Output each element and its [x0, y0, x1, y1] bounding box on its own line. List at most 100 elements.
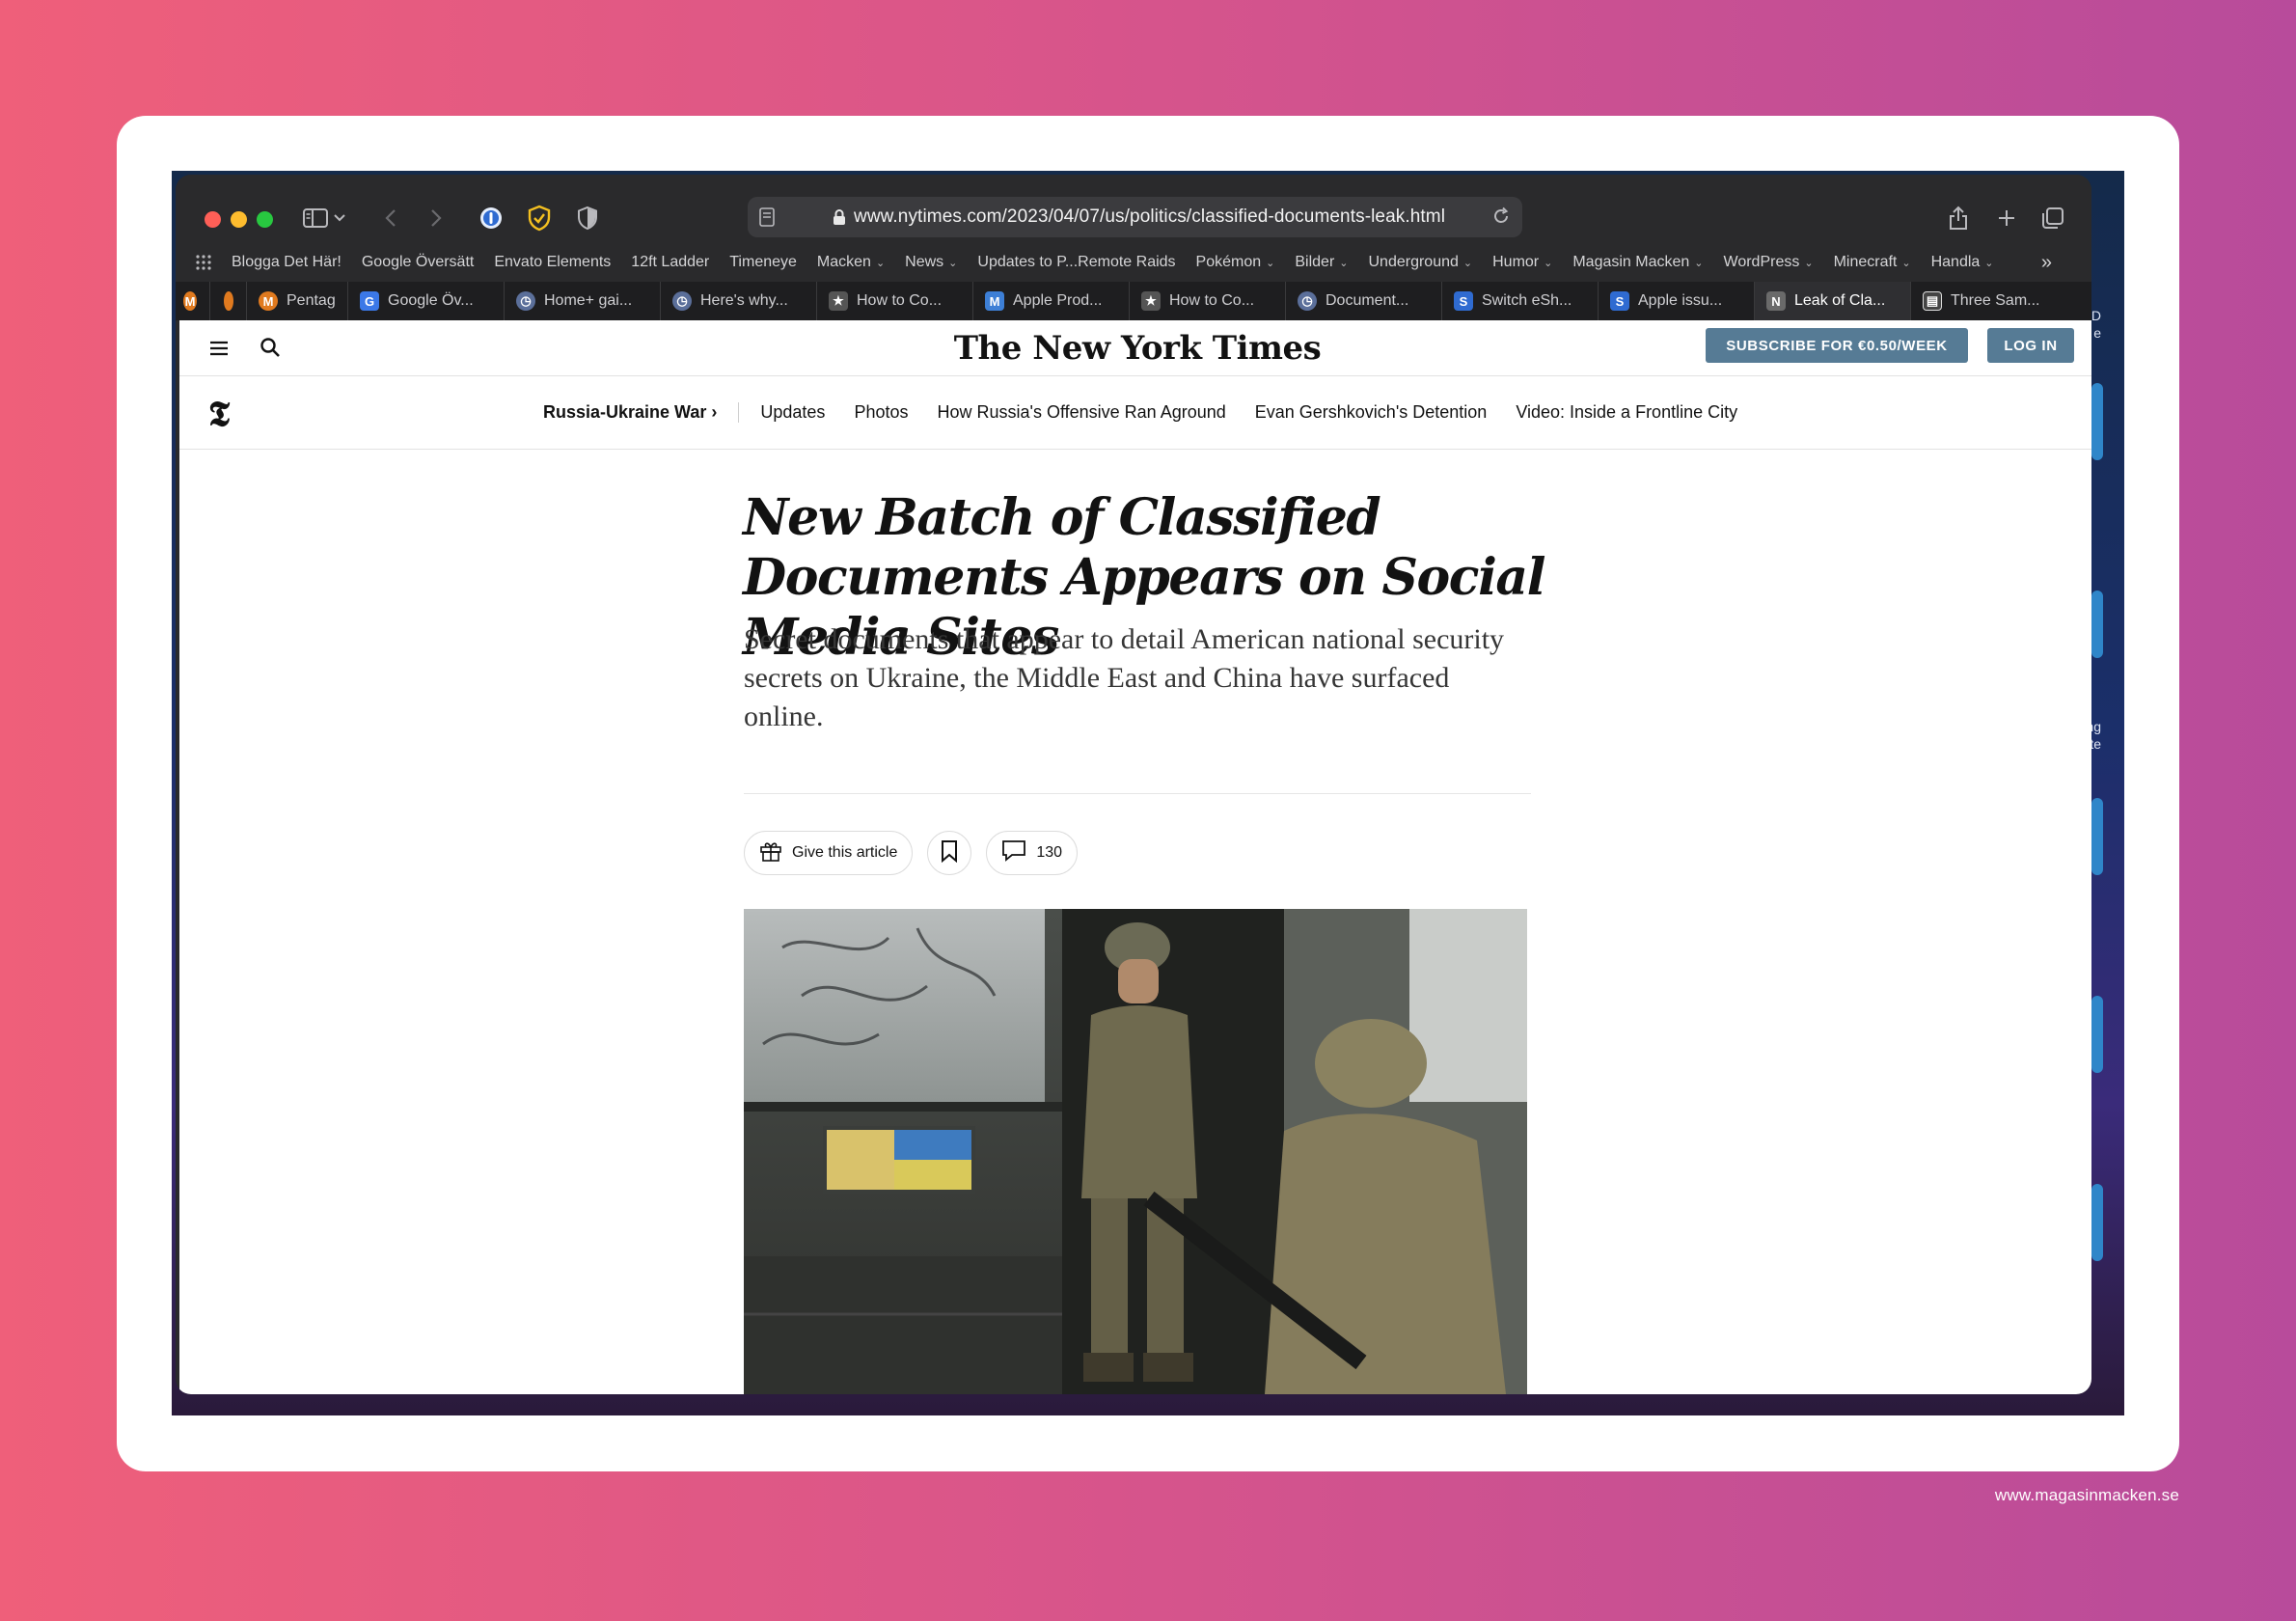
presentation-card: D e ng te www.nytimes.com/2023/04/07/us/… [117, 116, 2179, 1471]
nav-link[interactable]: How Russia's Offensive Ran Aground [937, 402, 1225, 423]
browser-tab[interactable]: M [176, 282, 210, 320]
reader-icon[interactable] [759, 207, 775, 232]
favorite-folder[interactable]: Handla ⌄ [1931, 254, 1994, 271]
tab-favicon: ★ [829, 291, 848, 311]
favorite-link[interactable]: Updates to P...Remote Raids [977, 254, 1175, 271]
shield-check-icon[interactable] [523, 202, 556, 234]
comments-count: 130 [1036, 844, 1063, 861]
favorite-label: Blogga Det Här! [232, 254, 342, 270]
tabs-overview-icon[interactable] [2036, 202, 2069, 234]
login-button[interactable]: LOG IN [1987, 328, 2074, 363]
favorite-folder[interactable]: News ⌄ [905, 254, 957, 271]
nav-link[interactable]: Photos [854, 402, 908, 423]
section-link[interactable]: Russia-Ukraine War › [543, 402, 740, 423]
tab-title: Pentag [287, 292, 336, 309]
section-nav-links: Russia-Ukraine War › Updates Photos How … [543, 402, 1766, 423]
address-bar[interactable]: www.nytimes.com/2023/04/07/us/politics/c… [748, 197, 1522, 237]
chevron-down-icon: ⌄ [1266, 257, 1275, 269]
comment-icon [1001, 839, 1026, 867]
favorite-folder[interactable]: Magasin Macken ⌄ [1572, 254, 1703, 271]
favorite-folder[interactable]: Pokémon ⌄ [1196, 254, 1275, 271]
browser-tab[interactable]: ★ How to Co... [817, 282, 973, 320]
desktop-widget [2091, 1184, 2103, 1261]
desktop-widget [2091, 996, 2103, 1073]
soldiers-photo-illustration [744, 909, 1527, 1394]
comments-button[interactable]: 130 [986, 831, 1079, 875]
tab-favicon [224, 291, 233, 311]
plus-icon[interactable] [1990, 202, 2023, 234]
browser-tab[interactable] [210, 282, 247, 320]
tab-favicon: S [1454, 291, 1473, 311]
gift-icon [759, 839, 782, 867]
article-photo[interactable] [744, 909, 1527, 1394]
desktop-widget [2091, 798, 2103, 875]
grid-icon[interactable] [195, 254, 212, 271]
favorite-label: Humor [1492, 254, 1540, 270]
site-masthead: The New York Times SUBSCRIBE FOR €0.50/W… [179, 320, 2091, 376]
tab-favicon: G [360, 291, 379, 311]
favorite-folder[interactable]: Bilder ⌄ [1295, 254, 1348, 271]
forward-icon[interactable] [420, 202, 452, 234]
minimize-window-button[interactable] [231, 211, 247, 228]
favorite-link[interactable]: Google Översätt [362, 254, 475, 271]
browser-tab[interactable]: ◷ Document... [1286, 282, 1442, 320]
favorite-folder[interactable]: Minecraft ⌄ [1834, 254, 1911, 271]
favorite-link[interactable]: Timeneye [729, 254, 797, 271]
favorite-folder[interactable]: Underground ⌄ [1368, 254, 1472, 271]
gift-article-button[interactable]: Give this article [744, 831, 914, 875]
browser-tab-active[interactable]: N Leak of Cla... [1755, 282, 1911, 320]
browser-tab[interactable]: M Apple Prod... [973, 282, 1130, 320]
section-nav: 𝕿 Russia-Ukraine War › Updates Photos Ho… [179, 376, 2091, 450]
favorite-label: Macken [816, 254, 871, 270]
nyt-t-logo[interactable]: 𝕿 [208, 394, 230, 435]
save-article-button[interactable] [927, 831, 972, 875]
chevron-down-icon[interactable] [330, 202, 349, 234]
source-credit: www.magasinmacken.se [1994, 1486, 2179, 1504]
favorite-label: Handla [1930, 254, 1981, 270]
url-text[interactable]: www.nytimes.com/2023/04/07/us/politics/c… [854, 206, 1445, 228]
favorite-label: Updates to P...Remote Raids [977, 254, 1176, 270]
reload-icon[interactable] [1491, 206, 1511, 231]
nav-link[interactable]: Updates [760, 402, 825, 423]
nav-link[interactable]: Video: Inside a Frontline City [1516, 402, 1737, 423]
back-icon[interactable] [374, 202, 407, 234]
chevron-down-icon: ⌄ [1901, 257, 1911, 269]
favorite-label: Bilder [1295, 254, 1335, 270]
favorite-link[interactable]: 12ft Ladder [631, 254, 709, 271]
browser-tab[interactable]: ▤ Three Sam... [1911, 282, 2056, 320]
browser-tab[interactable]: S Apple issu... [1599, 282, 1755, 320]
browser-tab[interactable]: G Google Öv... [348, 282, 505, 320]
chevron-down-icon: ⌄ [1804, 257, 1814, 269]
favorite-link[interactable]: Envato Elements [494, 254, 611, 271]
sidebar-icon[interactable] [299, 202, 332, 234]
subscribe-button[interactable]: SUBSCRIBE FOR €0.50/WEEK [1706, 328, 1968, 363]
favorite-folder[interactable]: Macken ⌄ [817, 254, 885, 271]
browser-tab[interactable]: ◷ Home+ gai... [505, 282, 661, 320]
browser-tab[interactable]: ◷ Here's why... [661, 282, 817, 320]
tab-favicon: S [1610, 291, 1629, 311]
tab-favicon: M [183, 291, 197, 311]
tab-bar: M M Pentag G Google Öv... ◷ Home+ gai... ◷ H… [176, 282, 2091, 320]
browser-tab[interactable]: S Switch eSh... [1442, 282, 1599, 320]
article-summary: Secret documents that appear to detail A… [744, 623, 1505, 732]
favorite-label: News [905, 254, 944, 270]
close-window-button[interactable] [205, 211, 221, 228]
browser-tab[interactable]: ★ How to Co... [1130, 282, 1286, 320]
favorite-folder[interactable]: WordPress ⌄ [1724, 254, 1814, 271]
tab-favicon: N [1766, 291, 1786, 311]
favorite-folder[interactable]: Humor ⌄ [1492, 254, 1552, 271]
onepassword-icon[interactable] [475, 202, 507, 234]
nav-link[interactable]: Evan Gershkovich's Detention [1255, 402, 1488, 423]
share-icon[interactable] [1942, 202, 1975, 234]
tab-favicon: ◷ [672, 291, 692, 311]
favorite-link[interactable]: Blogga Det Här! [232, 254, 342, 271]
desktop-text: te [2090, 736, 2101, 752]
tab-title: Apple Prod... [1013, 292, 1103, 309]
chevron-down-icon: ⌄ [875, 257, 886, 269]
privacy-shield-icon[interactable] [571, 202, 604, 234]
browser-tab[interactable]: M Pentag [247, 282, 348, 320]
zoom-window-button[interactable] [257, 211, 273, 228]
more-favorites-icon[interactable]: » [2041, 252, 2052, 274]
chevron-down-icon: ⌄ [948, 257, 958, 269]
screenshot-frame: D e ng te www.nytimes.com/2023/04/07/us/… [172, 171, 2124, 1415]
